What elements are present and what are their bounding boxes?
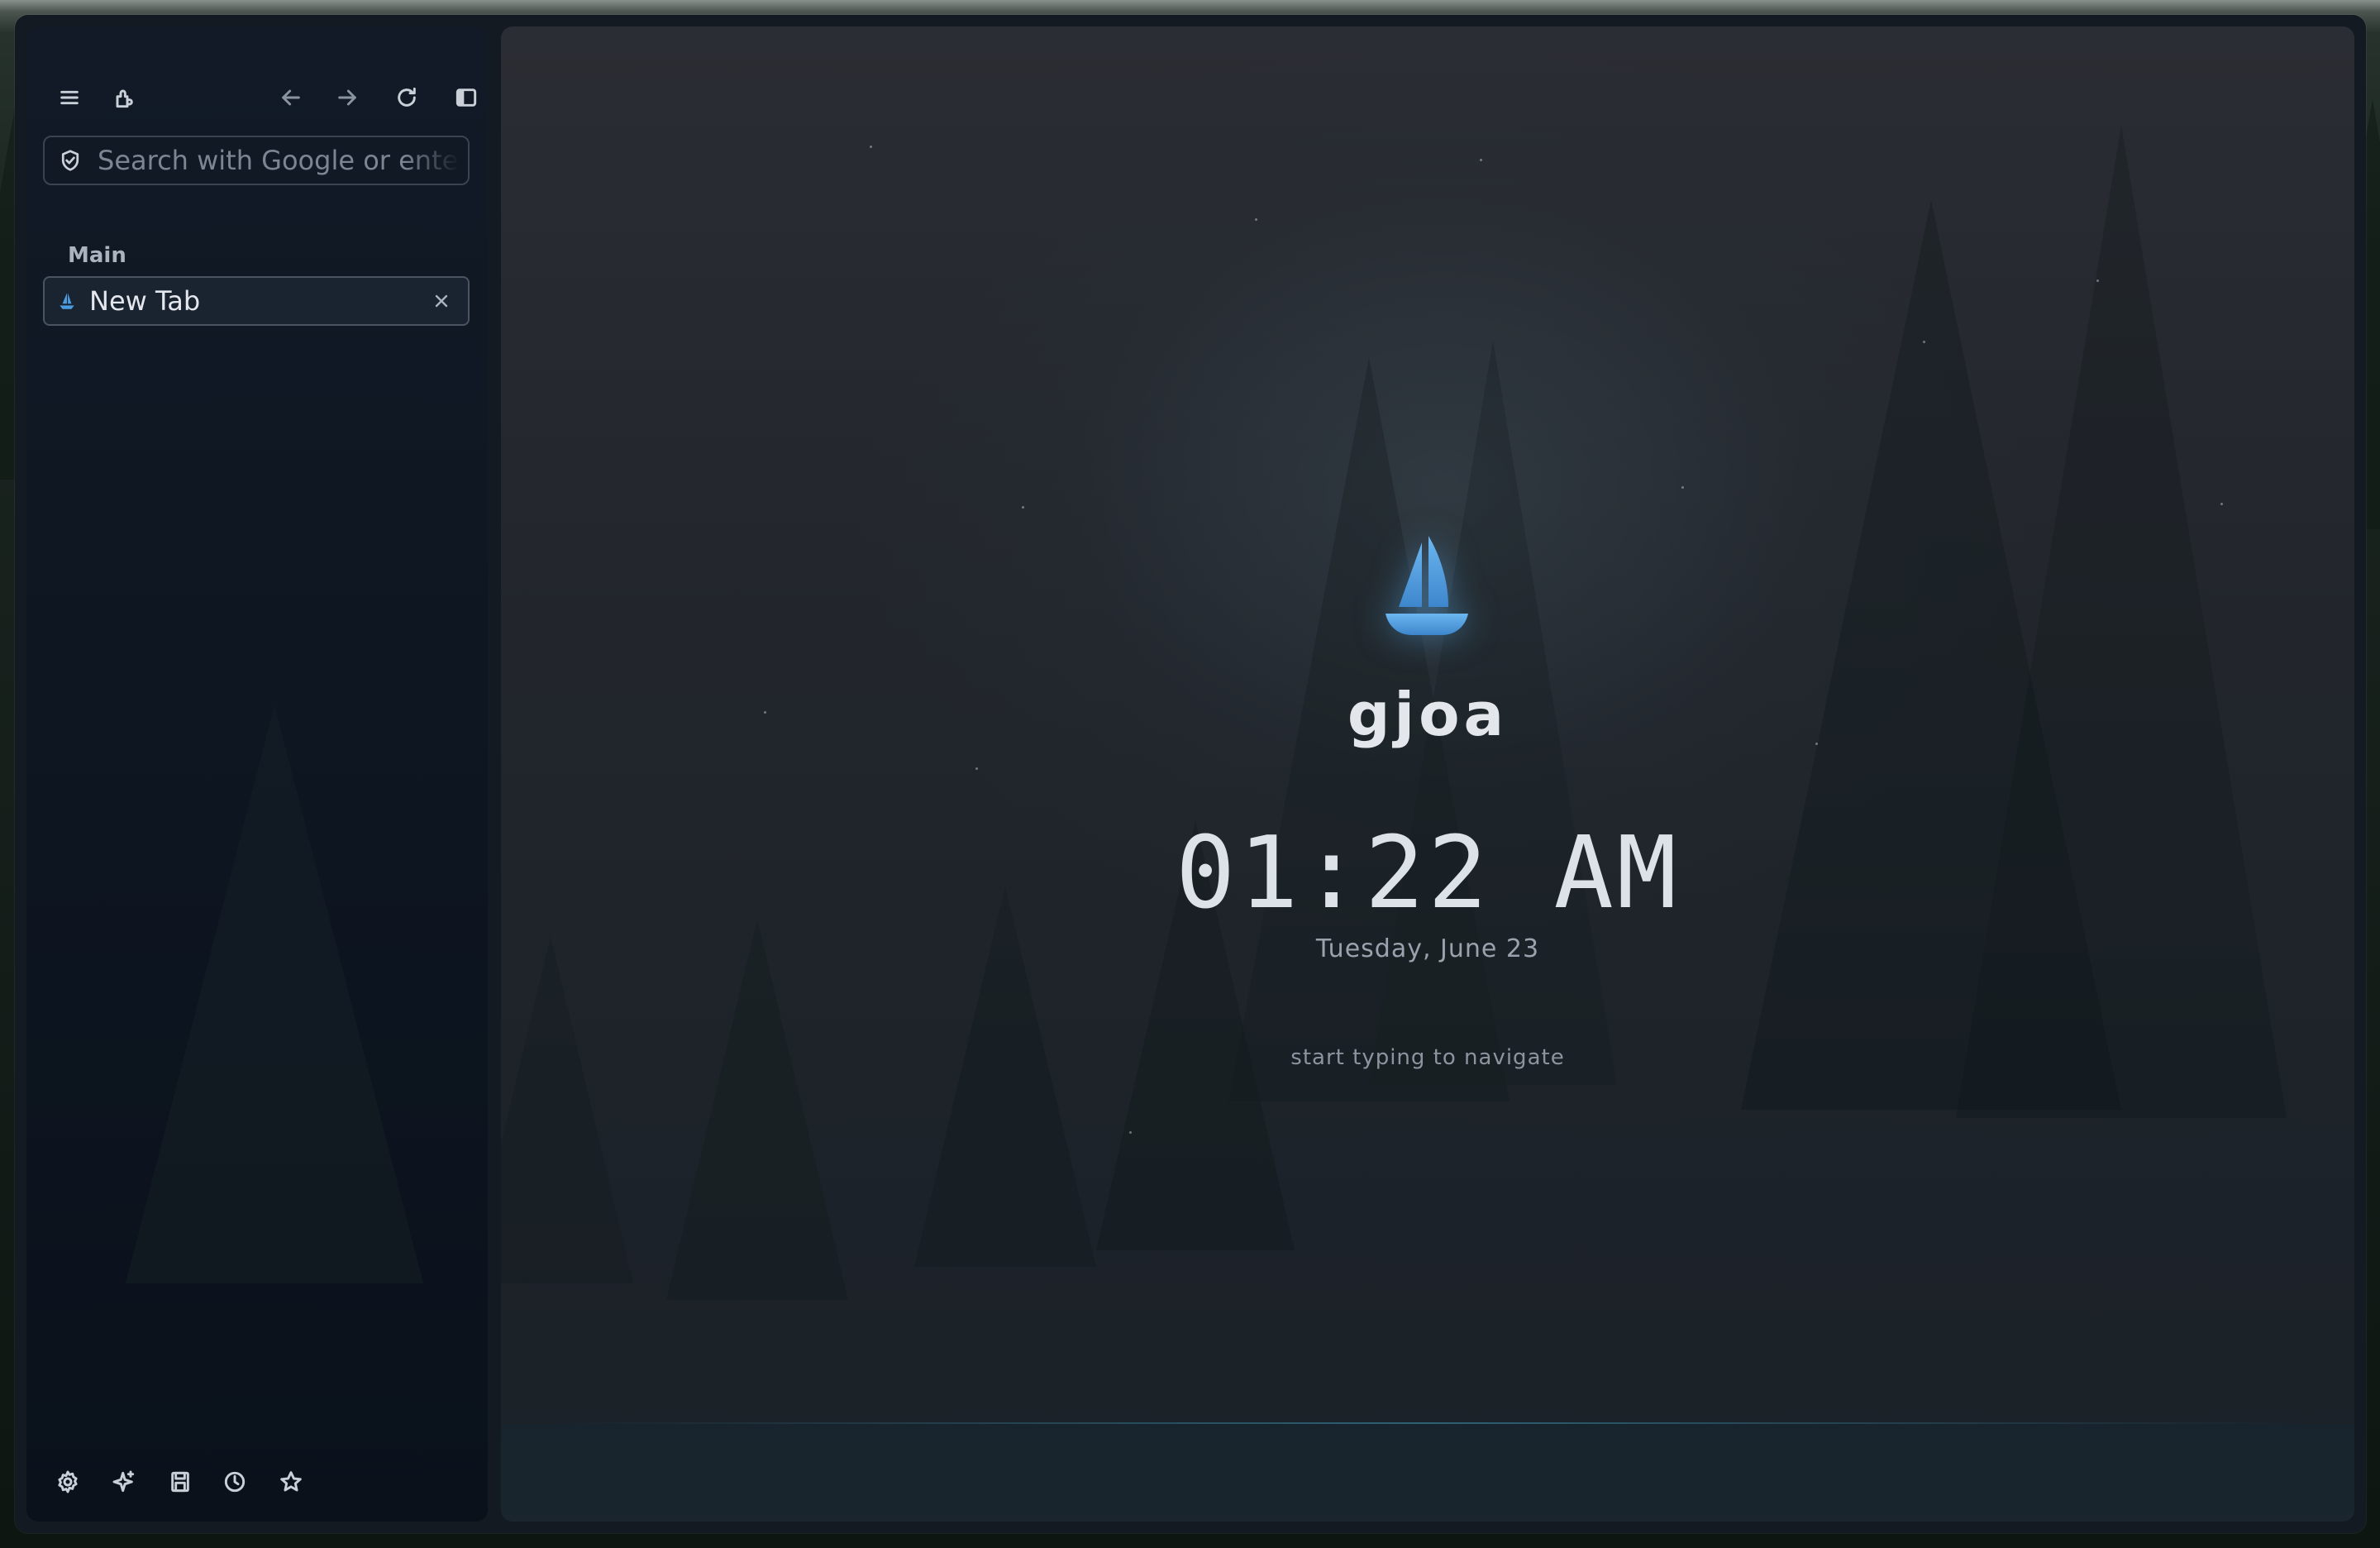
sailboat-icon: [1377, 531, 1476, 647]
sidebar: Main New Tab: [26, 26, 488, 1522]
bookmarks-button[interactable]: [269, 1462, 312, 1505]
url-bar[interactable]: [43, 136, 470, 185]
brand-name: gjoa: [1347, 680, 1509, 749]
tab-group-label: Main: [68, 243, 126, 268]
sidebar-bottom-toolbar: [46, 1462, 377, 1505]
menu-button[interactable]: [46, 76, 93, 122]
clock-time: 01:22 AM: [1176, 816, 1680, 931]
arrow-left-icon: [278, 84, 304, 114]
sparkle-icon: [111, 1469, 137, 1498]
downloads-button[interactable]: [159, 1462, 202, 1505]
tab-title: New Tab: [89, 285, 201, 317]
menu-icon: [56, 84, 83, 114]
close-tab-button[interactable]: [425, 284, 458, 318]
navigation-hint: start typing to navigate: [1290, 1045, 1565, 1070]
extensions-button[interactable]: [101, 76, 147, 122]
sidebar-background-tree: [126, 705, 423, 1283]
clock-date: Tuesday, June 23: [1315, 934, 1540, 963]
puzzle-icon: [111, 84, 137, 114]
new-tab-center: gjoa 01:22 AM Tuesday, June 23 start typ…: [501, 26, 2354, 1522]
tab-item[interactable]: New Tab: [43, 276, 470, 326]
reload-icon: [393, 84, 420, 114]
gear-icon: [55, 1469, 81, 1498]
forward-button[interactable]: [324, 76, 370, 122]
history-button[interactable]: [213, 1462, 256, 1505]
reload-button[interactable]: [384, 76, 430, 122]
browser-window: Main New Tab: [15, 15, 2366, 1533]
save-icon: [167, 1469, 193, 1498]
clock-icon: [222, 1469, 248, 1498]
sidebar-toggle-button[interactable]: [443, 76, 488, 122]
back-button[interactable]: [268, 76, 314, 122]
arrow-right-icon: [334, 84, 360, 114]
search-input[interactable]: [96, 144, 460, 177]
sailboat-icon: [56, 290, 78, 312]
star-icon: [278, 1469, 304, 1498]
new-tab-page: gjoa 01:22 AM Tuesday, June 23 start typ…: [501, 26, 2354, 1522]
sidebar-toolbar: [46, 76, 477, 122]
sidebar-toggle-icon: [453, 84, 479, 114]
shield-icon: [56, 146, 84, 174]
ai-assistant-button[interactable]: [103, 1462, 145, 1505]
close-icon: [435, 294, 448, 308]
settings-button[interactable]: [46, 1462, 89, 1505]
